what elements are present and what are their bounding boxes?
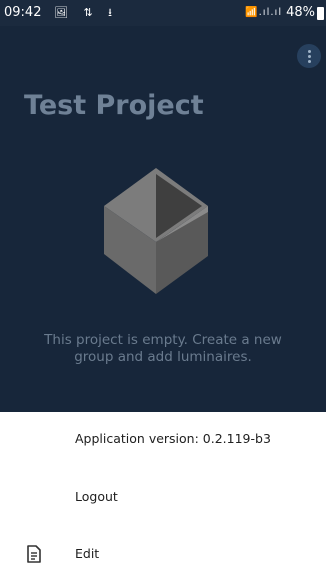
app-version-label: Application version: 0.2.119-b3: [75, 431, 271, 446]
status-time: 09:42: [4, 5, 42, 20]
app-version-item: Application version: 0.2.119-b3: [0, 412, 326, 466]
more-vert-icon[interactable]: [297, 44, 321, 68]
battery-icon: [317, 6, 324, 20]
empty-state-message: This project is empty. Create a new grou…: [44, 332, 282, 365]
edit-label: Edit: [75, 546, 100, 561]
document-icon: [27, 545, 41, 563]
cube-icon: [104, 168, 208, 294]
notification-icons: 🖼 ⇅ ⭳: [54, 6, 119, 19]
edit-button[interactable]: Edit: [0, 527, 326, 581]
status-right: 📶.ıl.ıl 48%: [245, 0, 324, 26]
signal-icon: 📶.ıl.ıl: [245, 7, 283, 18]
battery-percent: 48%: [286, 5, 315, 20]
project-hero: Test Project This project is empty. Crea…: [0, 26, 326, 412]
logout-label: Logout: [75, 489, 118, 504]
logout-button[interactable]: Logout: [0, 470, 326, 524]
status-bar: 09:42 🖼 ⇅ ⭳ 📶.ıl.ıl 48%: [0, 0, 326, 26]
page-title: Test Project: [24, 90, 204, 121]
